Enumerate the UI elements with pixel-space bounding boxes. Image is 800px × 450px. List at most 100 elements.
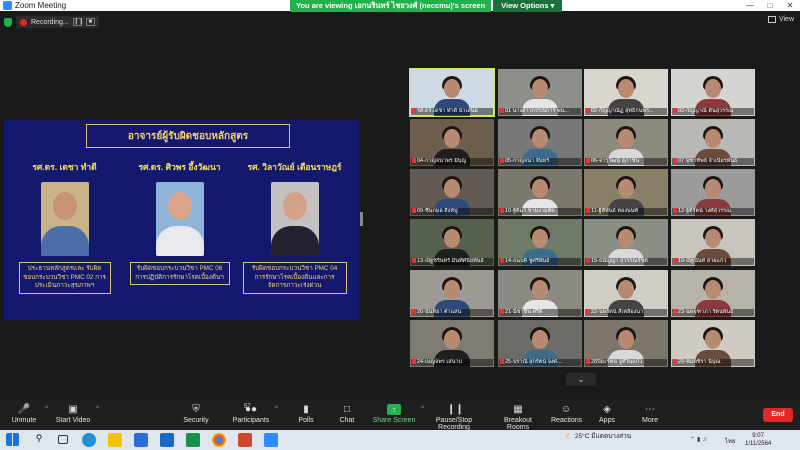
slide-title: อาจารย์ผู้รับผิดชอบหลักสูตร	[86, 124, 290, 148]
pause-recording-icon[interactable]: ❙❙	[72, 18, 84, 26]
record-dot-icon	[20, 18, 27, 26]
powerpoint-icon[interactable]	[238, 433, 252, 447]
shirt-shape	[270, 226, 319, 256]
excel-icon[interactable]	[186, 433, 200, 447]
grid-icon	[767, 16, 776, 23]
start-video-button[interactable]: ▣ Start Video ^	[55, 404, 99, 424]
task-view-icon[interactable]	[58, 435, 68, 444]
search-icon[interactable]: ⚲	[32, 433, 46, 447]
polls-button[interactable]: ▮ Polls	[296, 404, 316, 424]
word-icon[interactable]	[160, 433, 174, 447]
participant-name: 13-ณัฐชรินทร์ มันทัศนียพันธ์	[417, 258, 484, 264]
participant-name: 02-กัญญาณัฏ สุทธิกนพร...	[591, 108, 654, 114]
zoom-taskbar-icon[interactable]	[264, 433, 278, 447]
muted-mic-icon	[500, 258, 504, 264]
stop-recording-icon[interactable]: ■	[85, 18, 95, 26]
view-button[interactable]: View	[767, 16, 794, 23]
apps-button[interactable]: ◈ Apps	[598, 404, 616, 424]
more-button[interactable]: ⋯ More	[640, 404, 660, 424]
participant-tile[interactable]: 07 จุฑาทิพย์ จำเนียรพันธ์	[671, 119, 755, 166]
participant-tile[interactable]: 05-กาญจนา จันทร์	[498, 119, 582, 166]
participant-tile[interactable]: 23-นพจุฑาภา รัตนพันธ์	[671, 270, 755, 317]
windows-start-icon[interactable]	[6, 433, 19, 446]
chevron-up-icon[interactable]: ^	[45, 406, 48, 412]
participant-tile[interactable]: 04-กาญจนาพร มีบุญ	[410, 119, 494, 166]
security-button[interactable]: ⛨ Security	[182, 404, 210, 424]
minimize-icon[interactable]: —	[740, 0, 760, 11]
weather-widget[interactable]: ⛅ 25°C มีแดดบางส่วน	[565, 433, 631, 440]
participant-tile[interactable]: 02-กัญญาณัฏ สุทธิกนพร...	[584, 69, 668, 116]
participant-name: 19-ณัฐนันท์ สายแก้ว	[678, 258, 727, 264]
participant-tile[interactable]: 15-ธนัญญา สุวรรณรัชต์	[584, 219, 668, 266]
start-video-label: Start Video	[55, 417, 91, 424]
breakout-rooms-label: Breakout Rooms	[503, 417, 533, 431]
weather-condition: มีแดดบางส่วน	[591, 433, 632, 440]
clock-date: 1/11/2564	[745, 441, 772, 447]
participant-name-label: 05-กาญจนา จันทร์	[499, 158, 581, 165]
head-shape	[618, 229, 634, 248]
participant-tile[interactable]: 25-ปราณี สุกรัตน์ จงศ...	[498, 320, 582, 367]
head-shape	[444, 330, 460, 349]
participant-tile[interactable]: 13-ณัฐชรินทร์ มันทัศนียพันธ์	[410, 219, 494, 266]
muted-mic-icon	[412, 258, 416, 264]
end-meeting-button[interactable]: End	[763, 408, 793, 422]
chevron-up-icon[interactable]: ^	[275, 406, 278, 412]
muted-mic-icon	[673, 309, 677, 315]
professor-name: รศ. วิลาวัณย์ เตือนราษฎร์	[247, 162, 342, 172]
participant-name: 07 จุฑาทิพย์ จำเนียรพันธ์	[678, 158, 738, 164]
view-options-button[interactable]: View Options ▾	[493, 0, 563, 12]
input-language[interactable]: ไทย	[725, 436, 736, 446]
system-tray-icons[interactable]: ⌃▮♫	[690, 436, 709, 443]
participant-tile[interactable]: 01 นางสาวกรรณิการ์ พน...	[498, 69, 582, 116]
share-banner-message: You are viewing เอกนรินทร์ ไชยวงศ์ (necc…	[290, 0, 492, 12]
more-dots-icon: ⋯	[645, 404, 655, 415]
chrome-icon[interactable]	[212, 433, 226, 447]
close-icon[interactable]: ✕	[780, 0, 800, 11]
gallery-next-page-button[interactable]: ⌄	[566, 373, 596, 386]
unmute-button[interactable]: 🎤 Unmute ^	[8, 404, 48, 424]
participant-tile[interactable]: 24-เบญจพร เสนาป	[410, 320, 494, 367]
participant-name: 23-นพจุฑาภา รัตนพันธ์	[678, 309, 734, 315]
participant-tile[interactable]: 21-นิชาชิน ศรีดี	[498, 270, 582, 317]
pause-stop-recording-button[interactable]: ❙❙ Pause/Stop Recording	[423, 404, 485, 431]
edge-icon[interactable]	[82, 433, 96, 447]
participant-tile[interactable]: 14-ธนบดี ชูศรีพันธ์	[498, 219, 582, 266]
maximize-icon[interactable]: □	[760, 0, 780, 11]
participant-tile[interactable]: 22-นพรัตน์ สีเหลืองนา	[584, 270, 668, 317]
participants-button[interactable]: ●● 57 Participants ^	[232, 404, 278, 424]
participant-tile[interactable]: รศ.ดร.เดชา ทำดี นำเสนอ	[409, 68, 495, 117]
professor-name: รศ.ดร. ศิวพร อึ้งวัฒนา	[138, 162, 221, 172]
participant-tile[interactable]: 11-ฐิติพันธ์ ทองนนท์	[584, 169, 668, 216]
chat-button[interactable]: □ Chat	[337, 404, 357, 424]
participant-tile[interactable]: 28ปิยะรัตน์ จูที่วิ่นแก้ว	[584, 320, 668, 367]
participant-tile[interactable]: 29-พิมพ์ชิรา นีปุณ	[671, 320, 755, 367]
clock-time: 9:07	[752, 433, 764, 439]
panel-splitter[interactable]	[360, 212, 363, 226]
participant-tile[interactable]: 19-ณัฐนันท์ สายแก้ว	[671, 219, 755, 266]
participant-name: 11-ฐิติพันธ์ ทองนนท์	[591, 208, 639, 214]
view-label: View	[778, 16, 794, 23]
people-icon: ●● 57	[244, 404, 258, 415]
shield-icon[interactable]	[4, 17, 12, 27]
muted-mic-icon	[412, 359, 416, 365]
participant-tile[interactable]: 06-จารุวัฒน์ สุภาชน	[584, 119, 668, 166]
mail-icon[interactable]	[134, 433, 148, 447]
unmute-label: Unmute	[11, 417, 37, 424]
participant-tile[interactable]: 20-นันทิยา ตำแสน	[410, 270, 494, 317]
professor-card: รศ.ดร. ศิวพร อึ้งวัฒนา รับผิดชอบกระบวนวิ…	[122, 160, 237, 285]
participant-tile[interactable]: 03-กัญญาณี ตันสุวรรณ	[671, 69, 755, 116]
smiley-icon: ☺	[560, 404, 572, 415]
breakout-rooms-button[interactable]: ▦ Breakout Rooms	[494, 404, 542, 431]
participant-tile[interactable]: 12-ฐิติรัตน์ วงศ์สุวรรณ	[671, 169, 755, 216]
system-clock[interactable]: 9:07 1/11/2564	[745, 432, 771, 448]
participant-tile[interactable]: 10-ฐิติมา ขามงามตัด	[498, 169, 582, 216]
participant-name: 04-กาญจนาพร มีบุญ	[417, 158, 467, 164]
professor-description: ประธานหลักสูตรและ รับผิดชอบกระบวนวิชา PM…	[18, 262, 111, 294]
participant-tile[interactable]: 09-ชื่นกมล สิงห์ปู	[410, 169, 494, 216]
professor-description: รับผิดชอบกระบวนวิชา PMC 04 การรักษาโรคเบ…	[242, 262, 347, 294]
muted-mic-icon	[586, 208, 590, 214]
file-explorer-icon[interactable]	[108, 433, 122, 447]
reactions-button[interactable]: ☺ Reactions	[551, 404, 582, 424]
share-screen-button[interactable]: ↑ Share Screen ^	[372, 404, 424, 424]
chevron-up-icon[interactable]: ^	[96, 406, 99, 412]
